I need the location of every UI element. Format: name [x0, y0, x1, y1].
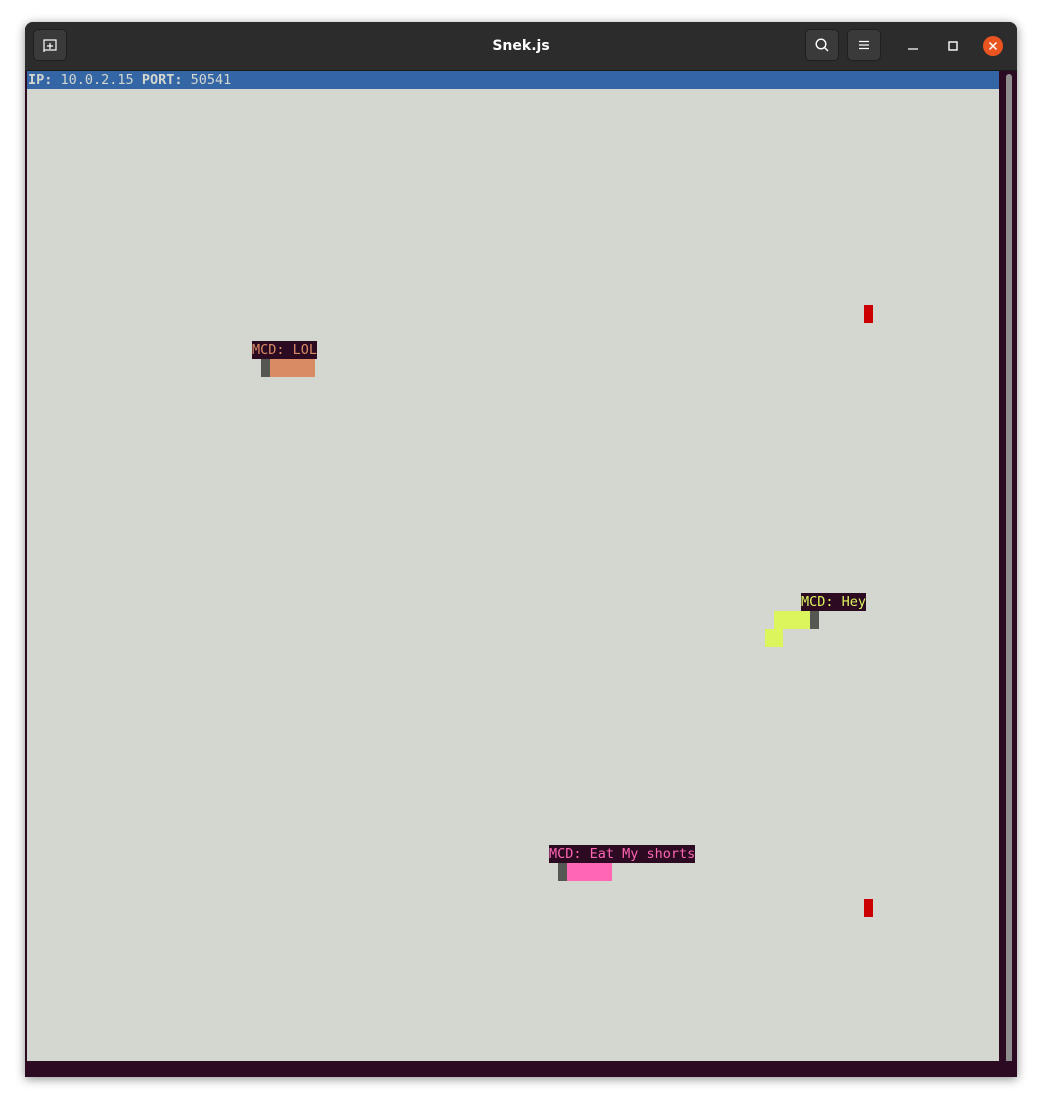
food-pellet	[864, 899, 873, 917]
connection-status-bar: IP: 10.0.2.15 PORT: 50541	[27, 71, 999, 89]
minimize-icon	[908, 48, 918, 50]
search-button[interactable]	[805, 29, 839, 61]
food-pellet	[864, 305, 873, 323]
ip-label: IP:	[28, 72, 53, 88]
game-board: IP: 10.0.2.15 PORT: 50541 MCD: LOL MCD: …	[27, 71, 999, 1061]
port-label: PORT:	[141, 72, 183, 88]
snake-body	[567, 863, 612, 881]
new-tab-icon	[43, 39, 57, 52]
snake-body	[765, 629, 783, 647]
hamburger-menu-icon	[859, 40, 869, 50]
close-icon	[988, 41, 998, 51]
snake-head	[558, 863, 567, 881]
terminal-window: Snek.js IP: 10.0.2.15 PORT: 50541 MCD: L…	[25, 22, 1017, 1077]
menu-button[interactable]	[847, 29, 881, 61]
snake-name-label: MCD: Eat My shorts	[549, 845, 696, 863]
port-value: 50541	[190, 72, 232, 88]
close-button[interactable]	[983, 36, 1003, 56]
snake-name-label: MCD: Hey	[801, 593, 867, 611]
scrollbar[interactable]	[1006, 74, 1012, 1070]
ip-value: 10.0.2.15	[60, 72, 134, 88]
maximize-icon	[948, 41, 958, 51]
minimize-button[interactable]	[903, 36, 923, 56]
search-icon	[815, 38, 829, 52]
snake-body	[774, 611, 810, 629]
maximize-button[interactable]	[943, 36, 963, 56]
new-tab-button[interactable]	[33, 29, 67, 61]
terminal-bottom-margin	[25, 1061, 1017, 1077]
snake-body	[270, 359, 315, 377]
snake-name-label: MCD: LOL	[252, 341, 318, 359]
title-bar: Snek.js	[25, 22, 1017, 71]
snake-head	[810, 611, 819, 629]
snake-head	[261, 359, 270, 377]
